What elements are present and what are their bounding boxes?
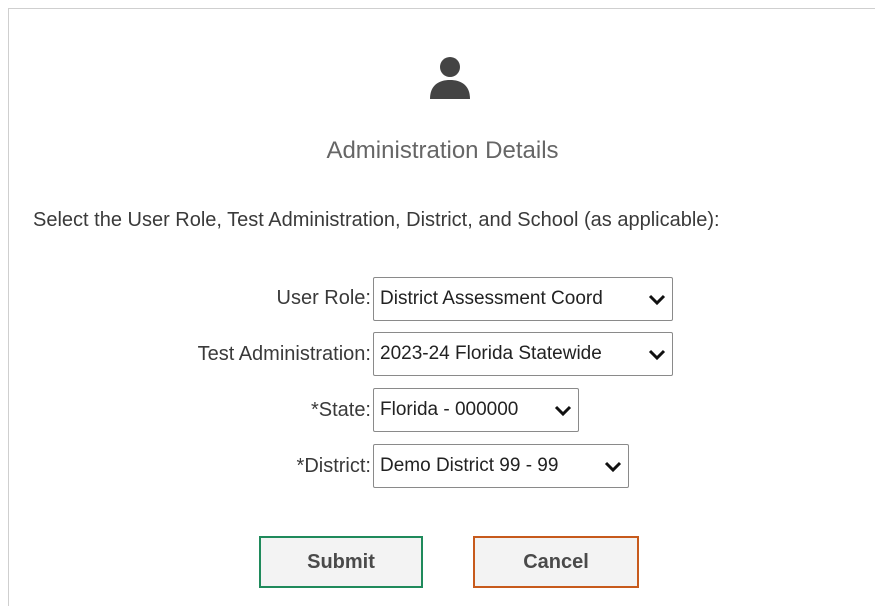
state-select[interactable]: Florida - 000000 [373,388,579,432]
submit-button[interactable]: Submit [259,536,423,588]
page-title: Administration Details [326,137,559,164]
user-role-value: District Assessment Coord [380,288,603,309]
cancel-button[interactable]: Cancel [473,536,639,588]
user-icon [430,57,470,99]
chevron-down-icon [554,405,572,417]
user-role-label: User Role: [276,287,371,309]
administration-details-panel: Administration Details Select the User R… [8,8,875,606]
chevron-down-icon [604,461,622,473]
district-value: Demo District 99 - 99 [380,455,559,476]
chevron-down-icon [648,349,666,361]
district-label: *District: [296,455,371,477]
test-administration-label: Test Administration: [197,343,371,365]
test-administration-value: 2023-24 Florida Statewide [380,343,602,364]
instructions-text: Select the User Role, Test Administratio… [33,209,720,231]
state-label: *State: [310,399,371,421]
test-administration-select[interactable]: 2023-24 Florida Statewide [373,332,673,376]
state-value: Florida - 000000 [380,399,519,420]
chevron-down-icon [648,294,666,306]
district-select[interactable]: Demo District 99 - 99 [373,444,629,488]
user-role-select[interactable]: District Assessment Coord [373,277,673,321]
